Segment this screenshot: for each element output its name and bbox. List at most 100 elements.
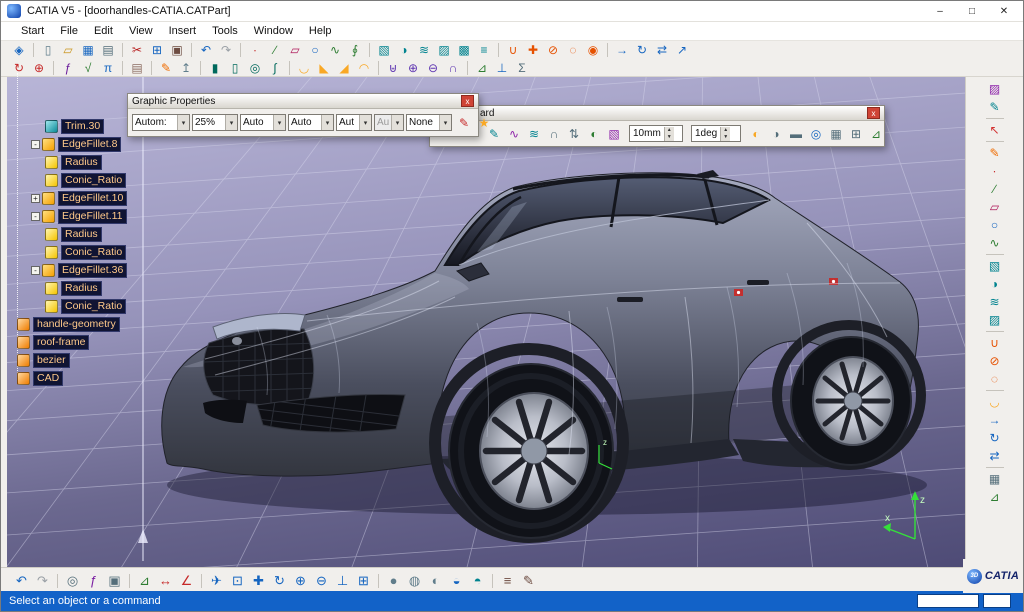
command-input-field[interactable]	[917, 594, 979, 608]
geoset-icon[interactable]	[17, 318, 30, 331]
shading-mode-icon[interactable]: ●	[383, 571, 404, 590]
helix-icon[interactable]: ∮	[345, 42, 365, 59]
formula-fx-icon[interactable]: ƒ	[83, 571, 104, 590]
measure-item-icon[interactable]: ∠	[176, 571, 197, 590]
close-button[interactable]: ✕	[991, 3, 1017, 19]
plane-icon[interactable]: ▱	[983, 198, 1007, 216]
curve-analysis-icon[interactable]: ∿	[504, 125, 524, 142]
tree-item-label[interactable]: Radius	[61, 155, 102, 170]
fly-mode-icon[interactable]: ✈	[206, 571, 227, 590]
undo-icon[interactable]: ↶	[196, 42, 216, 59]
spline-icon[interactable]: ∿	[325, 42, 345, 59]
axis-lock-icon[interactable]: ⊿	[866, 125, 886, 142]
tree-item-radius[interactable]: Radius	[13, 279, 183, 297]
tree-item-edgefillet-8[interactable]: -EdgeFillet.8	[13, 135, 183, 153]
tree-expander-icon[interactable]: -	[31, 266, 40, 275]
inflection-icon[interactable]: ∩	[544, 125, 564, 142]
extrude-icon[interactable]: ▧	[983, 257, 1007, 275]
boundary-icon[interactable]: ◌	[563, 42, 583, 59]
hide-show-icon[interactable]: ◒	[446, 571, 467, 590]
tree-item-label[interactable]: roof-frame	[33, 335, 89, 350]
chevron-down-icon[interactable]: ▾	[177, 115, 189, 130]
circle-icon[interactable]: ○	[983, 216, 1007, 234]
car-model[interactable]	[162, 170, 927, 538]
tree-item-edgefillet-11[interactable]: -EdgeFillet.11	[13, 207, 183, 225]
cut-icon[interactable]: ✂	[127, 42, 147, 59]
point-icon[interactable]: ∙	[245, 42, 265, 59]
tree-item-label[interactable]: EdgeFillet.11	[58, 209, 127, 224]
menu-help[interactable]: Help	[301, 24, 340, 38]
parameters-icon[interactable]: π	[98, 60, 118, 77]
pad-icon[interactable]: ▮	[205, 60, 225, 77]
translate-icon[interactable]: →	[612, 42, 632, 59]
param-icon[interactable]	[45, 228, 58, 241]
tree-item-label[interactable]: Radius	[61, 227, 102, 242]
tree-item-bezier[interactable]: bezier	[13, 351, 183, 369]
new-document-icon[interactable]: ▯	[38, 42, 58, 59]
translate-icon[interactable]: →	[983, 411, 1007, 429]
graphic-properties-close-icon[interactable]: x	[461, 95, 474, 107]
surface-icon[interactable]	[45, 120, 58, 133]
revolve-icon[interactable]: ◑	[394, 42, 414, 59]
spline-icon[interactable]: ∿	[983, 234, 1007, 252]
image-capture-icon[interactable]: ▣	[104, 571, 125, 590]
work-on-support-icon[interactable]: ⊞	[846, 125, 866, 142]
menu-edit[interactable]: Edit	[86, 24, 121, 38]
chevron-down-icon[interactable]: ▾	[321, 115, 333, 130]
chamfer-icon[interactable]: ◣	[314, 60, 334, 77]
revolve-icon[interactable]: ◑	[983, 275, 1007, 293]
rotate-icon[interactable]: ↻	[983, 429, 1007, 447]
grid-icon[interactable]: ▦	[826, 125, 846, 142]
edge-fillet-icon[interactable]: ◡	[294, 60, 314, 77]
fillet-icon[interactable]	[42, 210, 55, 223]
chevron-down-icon[interactable]: ▾	[225, 115, 237, 130]
fillet-icon[interactable]	[42, 264, 55, 277]
tree-item-label[interactable]: Conic_Ratio	[61, 173, 126, 188]
sag-spinner[interactable]: ▲▼	[664, 127, 674, 141]
painter-icon[interactable]: ✎	[983, 98, 1007, 116]
fillet-icon[interactable]	[42, 192, 55, 205]
tree-item-label[interactable]: Conic_Ratio	[61, 245, 126, 260]
draft-angle-icon[interactable]: ◢	[334, 60, 354, 77]
graphic-properties-dropdown-1[interactable]: Autom:▾	[132, 114, 190, 131]
tree-item-label[interactable]: Trim.30	[61, 119, 104, 134]
sweep-icon[interactable]: ≋	[983, 293, 1007, 311]
sag-value-field[interactable]: 10mm ▲▼	[629, 125, 683, 142]
redo-icon[interactable]: ↷	[216, 42, 236, 59]
param-icon[interactable]	[45, 174, 58, 187]
tree-item-conic-ratio[interactable]: Conic_Ratio	[13, 297, 183, 315]
sweep-icon[interactable]: ≋	[414, 42, 434, 59]
graphic-properties-icon[interactable]: ▨	[983, 80, 1007, 98]
tree-item-radius[interactable]: Radius	[13, 225, 183, 243]
wireframe-view-icon[interactable]: ◍	[404, 571, 425, 590]
param-icon[interactable]	[45, 300, 58, 313]
param-icon[interactable]	[45, 156, 58, 169]
remove-icon[interactable]: ⊖	[423, 60, 443, 77]
copy-icon[interactable]: ⊞	[147, 42, 167, 59]
magnifier-icon[interactable]: ◎	[806, 125, 826, 142]
line-icon[interactable]: ∕	[983, 180, 1007, 198]
standard-toolbar-titlebar[interactable]: ard x	[430, 106, 884, 121]
tree-item-label[interactable]: EdgeFillet.10	[58, 191, 127, 206]
join-icon[interactable]: ∪	[503, 42, 523, 59]
graphic-painter-icon[interactable]: ✎	[454, 114, 474, 131]
select-icon[interactable]: ↖	[983, 121, 1007, 139]
tree-expander-icon[interactable]: -	[31, 140, 40, 149]
menu-tools[interactable]: Tools	[204, 24, 246, 38]
rib-icon[interactable]: ∫	[265, 60, 285, 77]
tree-item-label[interactable]: EdgeFillet.36	[58, 263, 127, 278]
tree-item-conic-ratio[interactable]: Conic_Ratio	[13, 171, 183, 189]
shell-icon[interactable]: ◠	[354, 60, 374, 77]
fill-icon[interactable]: ▨	[983, 311, 1007, 329]
graphic-properties-dropdown-2[interactable]: 25%▾	[192, 114, 238, 131]
measure-between-icon[interactable]: ↔	[155, 571, 176, 590]
menu-view[interactable]: View	[121, 24, 161, 38]
circle-icon[interactable]: ○	[305, 42, 325, 59]
tree-item-radius[interactable]: Radius	[13, 153, 183, 171]
graphic-properties-dropdown-7[interactable]: None▾	[406, 114, 452, 131]
tree-item-cad[interactable]: CAD	[13, 369, 183, 387]
distance-analysis-icon[interactable]: ⇅	[564, 125, 584, 142]
angle-value-field[interactable]: 1deg ▲▼	[691, 125, 741, 142]
menu-file[interactable]: File	[52, 24, 86, 38]
zoom-out-icon[interactable]: ⊖	[311, 571, 332, 590]
